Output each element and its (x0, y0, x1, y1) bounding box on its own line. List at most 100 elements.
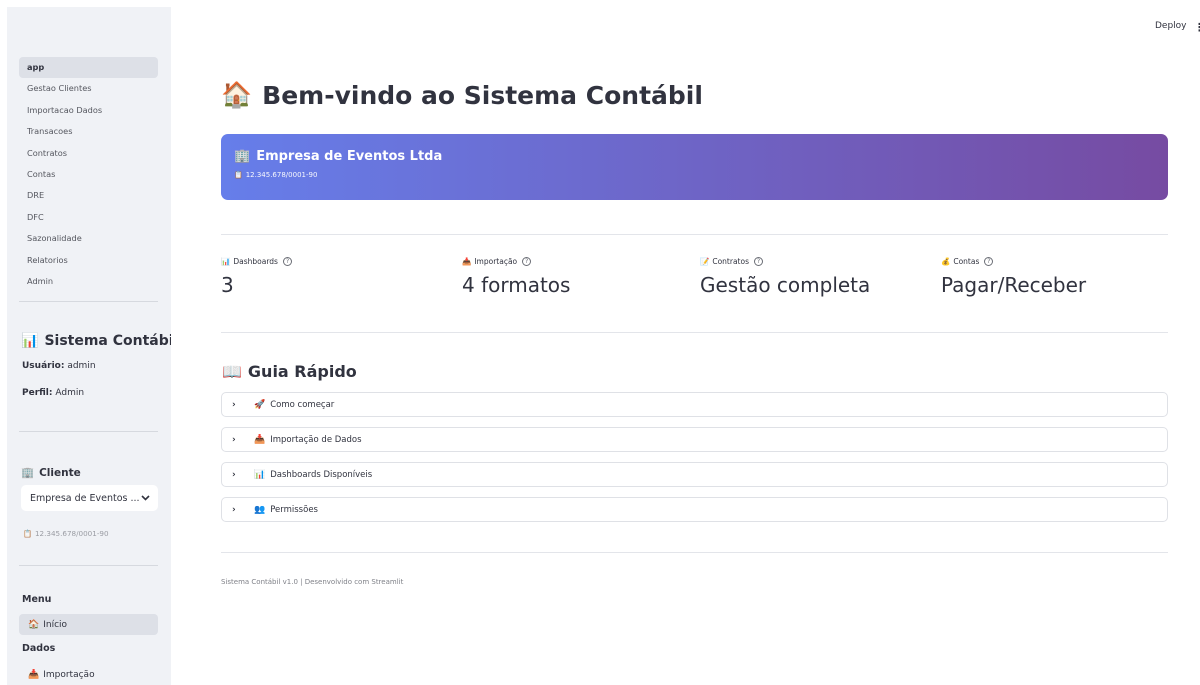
help-icon[interactable]: ? (984, 257, 994, 266)
sidebar-item-dre[interactable]: DRE (19, 185, 158, 206)
chevron-right-icon: › (232, 504, 236, 515)
user-label: Usuário: (22, 361, 65, 371)
sidebar-item-contratos[interactable]: Contratos (19, 143, 158, 164)
user-value: admin (67, 361, 96, 371)
sidebar-item-contas[interactable]: Contas (19, 164, 158, 185)
metric-label-text: Importação (474, 257, 518, 266)
metric-contratos: 📝 Contratos ? Gestão completa (700, 257, 870, 297)
profile-value: Admin (55, 388, 85, 398)
sidebar-divider (19, 301, 158, 302)
users-icon: 👥 (254, 504, 266, 515)
metric-label: 📝 Contratos ? (700, 257, 870, 266)
client-heading-text: Cliente (39, 466, 81, 479)
sidebar-item-gestao-clientes[interactable]: Gestao Clientes (19, 78, 158, 99)
deploy-button[interactable]: Deploy (1155, 21, 1187, 31)
menu-item-inicio-label: Início (43, 619, 68, 630)
chevron-right-icon: › (232, 469, 236, 480)
banner-cnpj: 📋 12.345.678/0001-90 (234, 171, 1155, 179)
sidebar-item-importacao-dados[interactable]: Importacao Dados (19, 100, 158, 121)
divider (221, 234, 1168, 235)
chevron-right-icon: › (232, 399, 236, 410)
expander-label: Importação de Dados (270, 434, 362, 445)
book-icon: 📖 (222, 362, 242, 381)
sidebar-item-sazonalidade[interactable]: Sazonalidade (19, 228, 158, 249)
sidebar-item-transacoes[interactable]: Transacoes (19, 121, 158, 142)
menu-heading: Menu (22, 594, 52, 605)
chevron-right-icon: › (232, 434, 236, 445)
expander-permissoes[interactable]: › 👥 Permissões (221, 497, 1168, 522)
menu-item-importacao-label: Importação (43, 669, 95, 680)
client-cnpj: 📋 12.345.678/0001-90 (23, 529, 109, 538)
metric-label: 📥 Importação ? (462, 257, 570, 266)
sidebar-item-relatorios[interactable]: Relatorios (19, 250, 158, 271)
client-heading: 🏢 Cliente (21, 466, 81, 480)
guide-title-text: Guia Rápido (247, 362, 357, 381)
metric-contas: 💰 Contas ? Pagar/Receber (941, 257, 1086, 297)
metric-value: 4 formatos (462, 273, 571, 297)
company-banner: 🏢 Empresa de Eventos Ltda 📋 12.345.678/0… (221, 134, 1168, 200)
profile-label: Perfil: (22, 388, 53, 398)
help-icon[interactable]: ? (282, 257, 292, 266)
client-select-value: Empresa de Eventos ... (30, 492, 140, 504)
expander-importacao-dados[interactable]: › 📥 Importação de Dados (221, 427, 1168, 452)
page-title: 🏠 Bem-vindo ao Sistema Contábil (221, 80, 703, 110)
expander-dashboards[interactable]: › 📊 Dashboards Disponíveis (221, 462, 1168, 487)
metric-label: 💰 Contas ? (941, 257, 1086, 266)
metric-value: Gestão completa (700, 273, 871, 297)
guide-title: 📖 Guia Rápido (222, 362, 357, 381)
clipboard-icon: 📋 (234, 171, 243, 179)
metric-value: Pagar/Receber (941, 273, 1087, 297)
sidebar-item-admin[interactable]: Admin (19, 271, 158, 292)
sidebar-divider (19, 431, 158, 432)
dados-heading: Dados (22, 643, 56, 654)
memo-icon: 📝 (700, 257, 710, 266)
sidebar-nav: app Gestao Clientes Importacao Dados Tra… (19, 57, 158, 292)
client-cnpj-text: 12.345.678/0001-90 (34, 529, 109, 538)
client-select[interactable]: Empresa de Eventos ... (21, 485, 158, 511)
expander-label: Dashboards Disponíveis (270, 469, 373, 480)
profile-info: Perfil: Admin (22, 388, 84, 398)
clipboard-icon: 📋 (23, 529, 32, 538)
user-info: Usuário: admin (22, 361, 96, 371)
metric-label-text: Contas (953, 257, 980, 266)
menu-item-importacao[interactable]: 📥 Importação (19, 664, 158, 685)
expander-label: Como começar (270, 399, 335, 410)
banner-title: 🏢 Empresa de Eventos Ltda (234, 149, 1155, 164)
metric-importacao: 📥 Importação ? 4 formatos (462, 257, 570, 297)
sidebar-item-app[interactable]: app (19, 57, 158, 79)
metric-label-text: Contratos (712, 257, 749, 266)
inbox-icon: 📥 (462, 257, 472, 266)
metric-label: 📊 Dashboards ? (221, 257, 292, 266)
company-name: Empresa de Eventos Ltda (256, 149, 443, 164)
metric-value: 3 (221, 273, 234, 297)
sidebar-divider (19, 565, 158, 566)
metric-dashboards: 📊 Dashboards ? 3 (221, 257, 292, 297)
menu-item-inicio[interactable]: 🏠 Início (19, 614, 158, 635)
metric-label-text: Dashboards (233, 257, 278, 266)
divider (221, 552, 1168, 553)
sidebar-title-text: Sistema Contábil (44, 333, 171, 349)
chevron-down-icon (141, 495, 150, 501)
page-title-text: Bem-vindo ao Sistema Contábil (262, 80, 703, 110)
home-icon: 🏠 (221, 80, 253, 109)
sidebar-item-dfc[interactable]: DFC (19, 207, 158, 228)
expander-como-comecar[interactable]: › 🚀 Como começar (221, 392, 1168, 417)
inbox-icon: 📥 (28, 669, 40, 680)
inbox-icon: 📥 (254, 434, 266, 445)
banner-cnpj-text: 12.345.678/0001-90 (245, 171, 318, 179)
building-icon: 🏢 (21, 467, 35, 479)
divider (221, 332, 1168, 333)
footer-text: Sistema Contábil v1.0 | Desenvolvido com… (221, 578, 404, 586)
money-bag-icon: 💰 (941, 257, 951, 266)
sidebar: app Gestao Clientes Importacao Dados Tra… (7, 7, 171, 685)
help-icon[interactable]: ? (522, 257, 532, 266)
help-icon[interactable]: ? (753, 257, 763, 266)
chart-icon: 📊 (21, 333, 39, 349)
sidebar-title: 📊 Sistema Contábil (21, 333, 171, 349)
kebab-menu-icon[interactable]: ⋮ (1194, 21, 1200, 34)
chart-icon: 📊 (254, 469, 266, 480)
home-icon: 🏠 (28, 619, 40, 630)
building-icon: 🏢 (234, 149, 251, 164)
expander-label: Permissões (270, 504, 318, 515)
chart-icon: 📊 (221, 257, 231, 266)
